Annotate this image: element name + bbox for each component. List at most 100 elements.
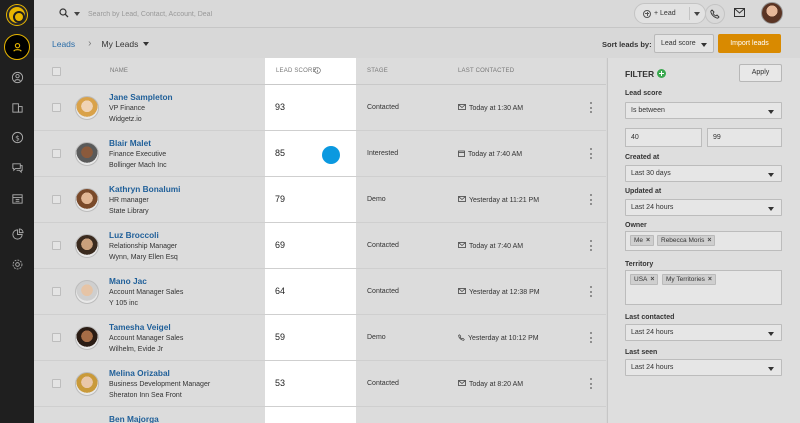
row-actions-icon[interactable] <box>590 332 593 343</box>
lead-title: Account Manager Sales <box>109 335 184 342</box>
view-caret-icon[interactable] <box>143 41 150 46</box>
import-leads-button[interactable]: Import leads <box>718 34 781 53</box>
lead-name-link[interactable]: Ben Majorga <box>109 414 159 423</box>
mail-icon[interactable] <box>734 8 745 17</box>
lead-score-value: 59 <box>275 332 286 342</box>
lead-name-link[interactable]: Jane Sampleton <box>109 92 173 102</box>
nav-leads-icon[interactable] <box>4 34 30 60</box>
col-lead-score[interactable]: LEAD SCORE <box>276 68 317 74</box>
last-seen-select[interactable]: Last 24 hours <box>625 359 782 376</box>
row-checkbox[interactable] <box>52 241 61 250</box>
row-actions-icon[interactable] <box>590 194 593 205</box>
territory-tag-input[interactable]: USA × My Territories × <box>625 270 782 305</box>
remove-tag-icon[interactable]: × <box>650 276 654 283</box>
user-avatar[interactable] <box>761 2 783 24</box>
row-checkbox[interactable] <box>52 333 61 342</box>
col-name[interactable]: NAME <box>110 68 128 74</box>
filter-title: FILTER <box>625 69 655 79</box>
app-logo[interactable] <box>7 5 27 25</box>
info-icon[interactable] <box>314 67 321 74</box>
mail-icon <box>458 380 469 388</box>
last-seen-label: Last seen <box>625 349 658 356</box>
lead-score-min-input[interactable]: 40 <box>625 128 702 147</box>
row-actions-icon[interactable] <box>590 102 593 113</box>
lead-name-link[interactable]: Mano Jac <box>109 276 147 286</box>
chevron-right-icon: › <box>88 38 92 49</box>
leads-table: NAME LEAD SCORE STAGE LAST CONTACTED Jan… <box>34 58 606 423</box>
lead-score-operator-select[interactable]: Is between <box>625 102 782 119</box>
row-checkbox[interactable] <box>52 103 61 112</box>
row-checkbox[interactable] <box>52 287 61 296</box>
col-stage[interactable]: STAGE <box>367 68 388 74</box>
row-checkbox[interactable] <box>52 149 61 158</box>
lead-title: VP Finance <box>109 105 146 112</box>
breadcrumb: Leads › My Leads <box>52 38 150 49</box>
updated-at-label: Updated at <box>625 188 662 195</box>
row-checkbox[interactable] <box>52 195 61 204</box>
updated-at-select[interactable]: Last 24 hours <box>625 199 782 216</box>
lead-company: Sheraton Inn Sea Front <box>109 392 182 399</box>
remove-tag-icon[interactable]: × <box>708 276 712 283</box>
select-all-checkbox[interactable] <box>52 67 61 76</box>
remove-tag-icon[interactable]: × <box>646 237 650 244</box>
lead-score-value: 85 <box>275 148 286 158</box>
owner-tag-input[interactable]: Me × Rebecca Moris × <box>625 231 782 251</box>
col-last-contacted[interactable]: LAST CONTACTED <box>458 68 514 74</box>
breadcrumb-leads-link[interactable]: Leads <box>52 39 75 49</box>
nav-contacts-icon[interactable] <box>8 68 26 86</box>
remove-tag-icon[interactable]: × <box>707 237 711 244</box>
table-row[interactable]: Tamesha Veigel Account Manager Sales Wilhe… <box>34 315 606 361</box>
lead-name-link[interactable]: Luz Broccoli <box>109 230 159 240</box>
nav-accounts-icon[interactable] <box>8 98 26 116</box>
table-row[interactable]: Ben Majorga <box>34 407 606 423</box>
row-checkbox[interactable] <box>52 379 61 388</box>
row-actions-icon[interactable] <box>590 378 593 389</box>
add-lead-button[interactable]: + Lead <box>634 3 706 24</box>
lead-name-link[interactable]: Melina Orizabal <box>109 368 170 378</box>
nav-deals-icon[interactable]: $ <box>8 128 26 146</box>
search-scope-caret-icon[interactable] <box>74 12 80 16</box>
table-row[interactable]: Blair Malet Finance Executive Bollinger Ma… <box>34 131 606 177</box>
lead-avatar <box>75 280 99 304</box>
row-actions-icon[interactable] <box>590 240 593 251</box>
table-row[interactable]: Melina Orizabal Business Development Mana… <box>34 361 606 407</box>
filter-panel: FILTER Apply Lead score Is between 40 99… <box>607 58 800 423</box>
lead-company: Widgetz.io <box>109 116 142 123</box>
lead-score-value: 79 <box>275 194 286 204</box>
lead-name-link[interactable]: Tamesha Veigel <box>109 322 171 332</box>
search-icon[interactable] <box>59 8 69 18</box>
add-menu-caret-icon[interactable] <box>694 12 700 16</box>
sort-select[interactable]: Lead score <box>654 34 714 53</box>
last-contacted-select[interactable]: Last 24 hours <box>625 324 782 341</box>
apply-filter-button[interactable]: Apply <box>739 64 782 82</box>
table-row[interactable]: Kathryn Bonalumi HR manager State Library 7… <box>34 177 606 223</box>
nav-reports-icon[interactable] <box>8 225 26 243</box>
table-row[interactable]: Jane Sampleton VP Finance Widgetz.io 93 Cont… <box>34 85 606 131</box>
row-actions-icon[interactable] <box>590 286 593 297</box>
owner-tag: Rebecca Moris × <box>657 235 716 246</box>
row-actions-icon[interactable] <box>590 148 593 159</box>
add-filter-icon[interactable] <box>657 69 666 78</box>
last-contacted-cell: Today at 7:40 AM <box>458 242 523 250</box>
search-input[interactable] <box>88 6 388 22</box>
phone-button[interactable] <box>705 4 725 24</box>
lead-name-link[interactable]: Blair Malet <box>109 138 151 148</box>
lead-avatar <box>75 188 99 212</box>
table-row[interactable]: Mano Jac Account Manager Sales Y 105 inc 64… <box>34 269 606 315</box>
lead-stage: Contacted <box>367 288 399 295</box>
last-contacted-cell: Yesterday at 12:38 PM <box>458 288 540 296</box>
nav-settings-icon[interactable] <box>8 255 26 273</box>
nav-calendar-icon[interactable] <box>8 189 26 207</box>
lead-stage: Demo <box>367 334 386 341</box>
table-row[interactable]: Luz Broccoli Relationship Manager Wynn, Ma… <box>34 223 606 269</box>
lead-title: Account Manager Sales <box>109 289 184 296</box>
svg-text:$: $ <box>15 133 20 142</box>
nav-messages-icon[interactable] <box>8 158 26 176</box>
lead-score-value: 93 <box>275 102 286 112</box>
created-at-select[interactable]: Last 30 days <box>625 165 782 182</box>
view-selector[interactable]: My Leads <box>102 39 139 49</box>
mail-icon <box>458 196 469 204</box>
lead-score-max-input[interactable]: 99 <box>707 128 782 147</box>
lead-company: State Library <box>109 208 149 215</box>
lead-name-link[interactable]: Kathryn Bonalumi <box>109 184 180 194</box>
